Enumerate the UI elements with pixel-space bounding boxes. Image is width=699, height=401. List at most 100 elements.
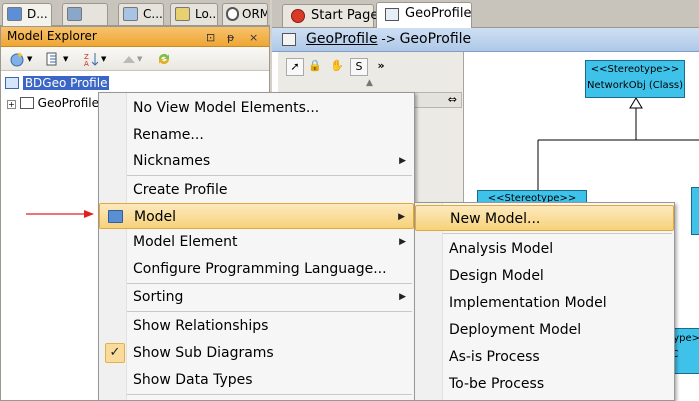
diagram-icon — [282, 33, 296, 46]
breadcrumb-current: GeoProfile — [399, 31, 472, 47]
menu-item-label: Design Model — [449, 268, 544, 284]
checkmark-icon: ✓ — [105, 343, 125, 363]
class-name: NetworkObj (Class) — [586, 80, 684, 91]
refresh-icon[interactable] — [156, 51, 172, 67]
class-stereotype-right-edge[interactable] — [691, 187, 699, 235]
menu-item-show-relationships[interactable]: Show Relationships — [99, 313, 414, 339]
menu-item-as-is-process[interactable]: As-is Process — [415, 344, 674, 370]
tree-node-bdgeo-profile[interactable]: BDGeo Profile — [5, 76, 110, 90]
tool-label: S — [355, 60, 363, 73]
menu-item-create-profile[interactable]: Create Profile — [99, 177, 414, 203]
menu-item-to-be-process[interactable]: To-be Process — [415, 371, 674, 397]
menu-item-label: Rename... — [133, 127, 204, 143]
menu-item-sorting[interactable]: Sorting ▶ — [99, 284, 414, 310]
new-model-icon[interactable] — [9, 51, 25, 67]
dropdown-arrow-icon[interactable]: ▼ — [27, 55, 32, 63]
left-tab-class-repository[interactable]: C... — [118, 3, 164, 25]
menu-item-deployment-model[interactable]: Deployment Model — [415, 317, 674, 343]
diagram-icon — [385, 8, 399, 21]
menu-separator — [127, 175, 412, 176]
editor-tab-strip: Start Page GeoProfile — [272, 0, 699, 28]
start-page-icon — [291, 9, 305, 23]
model-icon — [5, 77, 19, 89]
menu-item-new-model[interactable]: New Model... — [415, 205, 674, 231]
tab-label: D... — [27, 7, 48, 21]
diagram-icon — [19, 97, 34, 109]
left-tab-diagram-navigator[interactable]: D... — [2, 3, 52, 27]
menu-item-label: Model — [134, 209, 177, 225]
menu-item-no-view-model-elements[interactable]: No View Model Elements... — [99, 95, 414, 121]
orm-icon — [226, 7, 239, 21]
selector-tool-icon[interactable]: ➚ — [286, 58, 304, 76]
menu-item-configure-programming-language[interactable]: Configure Programming Language... — [99, 256, 414, 282]
more-tools-icon[interactable]: » — [372, 58, 390, 76]
menu-item-label: As-is Process — [449, 349, 540, 365]
model-submenu: New Model... Analysis Model Design Model… — [414, 202, 675, 401]
menu-separator — [443, 233, 672, 234]
logical-view-icon — [175, 7, 190, 21]
menu-item-nicknames[interactable]: Nicknames ▶ — [99, 148, 414, 174]
pin-icon[interactable]: ᵽ — [227, 28, 234, 47]
tool-label: » — [377, 59, 385, 72]
menu-item-label: Show Sub Diagrams — [133, 345, 274, 361]
tab-label: ORM — [242, 7, 268, 21]
dropdown-arrow-icon[interactable]: ▼ — [63, 55, 68, 63]
menu-item-label: Show Data Types — [133, 372, 253, 388]
tab-start-page[interactable]: Start Page — [282, 4, 378, 27]
menu-item-show-data-types[interactable]: Show Data Types — [99, 367, 414, 393]
menu-item-model-element[interactable]: Model Element ▶ — [99, 229, 414, 255]
submenu-arrow-icon: ▶ — [399, 292, 406, 302]
menu-item-label: Configure Programming Language... — [133, 261, 387, 277]
dropdown-arrow-icon[interactable]: ▼ — [137, 55, 142, 63]
tab-label: GeoProfile — [405, 6, 472, 21]
menu-item-analysis-model[interactable]: Analysis Model — [415, 236, 674, 262]
menu-item-model[interactable]: Model ▶ — [99, 203, 414, 229]
menu-item-label: Implementation Model — [449, 295, 607, 311]
palette-scroll-up-icon[interactable]: ▲ — [366, 78, 373, 88]
tab-label: Lo... — [195, 7, 218, 21]
left-tab-logical-view[interactable]: Lo... — [170, 3, 218, 25]
menu-item-show-sub-diagrams[interactable]: ✓ Show Sub Diagrams — [99, 340, 414, 366]
menu-separator — [127, 394, 412, 395]
float-panel-icon[interactable]: ⊡ — [206, 28, 215, 47]
stereotype-label: <<Stereotype>> — [590, 64, 680, 75]
tab-label: C... — [143, 7, 163, 21]
menu-item-design-model[interactable]: Design Model — [415, 263, 674, 289]
expand-section-icon[interactable]: ⇔ — [448, 93, 457, 106]
menu-item-label: No View Model Elements... — [133, 100, 320, 116]
breadcrumb: GeoProfile -> GeoProfile — [272, 28, 699, 52]
model-explorer-toolbar: ▼ ▼ ZA ▼ ▼ — [1, 47, 269, 71]
class-networkobj[interactable]: <<Stereotype>> NetworkObj (Class) — [585, 60, 685, 98]
pan-hand-icon[interactable]: ✋ — [328, 58, 346, 76]
stereotype-tool[interactable]: S — [350, 58, 368, 76]
menu-item-label: Deployment Model — [449, 322, 582, 338]
lock-icon[interactable]: 🔒 — [306, 58, 324, 76]
menu-item-implementation-model[interactable]: Implementation Model — [415, 290, 674, 316]
diagram-navigator-icon — [7, 7, 22, 21]
breadcrumb-link[interactable]: GeoProfile — [306, 31, 378, 47]
model-explorer-header: Model Explorer ⊡ ᵽ × — [1, 27, 269, 47]
filter-icon[interactable] — [45, 51, 61, 67]
menu-item-label: Model Element — [133, 234, 238, 250]
tree-node-geoprofile[interactable]: + GeoProfile — [7, 96, 99, 110]
menu-item-label: New Model... — [450, 211, 541, 227]
tab-geoprofile[interactable]: GeoProfile — [376, 2, 472, 28]
menu-item-label: Analysis Model — [449, 241, 554, 257]
close-icon[interactable]: × — [249, 28, 258, 47]
left-tab-orm[interactable]: ORM — [222, 3, 268, 25]
menu-item-label: Nicknames — [133, 153, 211, 169]
menu-item-label: To-be Process — [449, 376, 545, 392]
menu-item-rename[interactable]: Rename... — [99, 122, 414, 148]
menu-separator — [127, 311, 412, 312]
submenu-arrow-icon: ▶ — [398, 212, 405, 222]
menu-item-label: Show Relationships — [133, 318, 269, 334]
sort-icon[interactable]: ZA — [83, 51, 99, 67]
dropdown-arrow-icon[interactable]: ▼ — [101, 55, 106, 63]
breadcrumb-separator: -> — [377, 32, 400, 46]
left-tab-model-explorer[interactable] — [62, 3, 108, 25]
up-level-icon[interactable] — [121, 51, 137, 67]
expand-icon[interactable]: + — [7, 100, 16, 109]
model-icon — [108, 210, 123, 223]
left-tab-strip: D... C... Lo... ORM — [0, 0, 270, 27]
tree-node-label: GeoProfile — [37, 96, 99, 110]
